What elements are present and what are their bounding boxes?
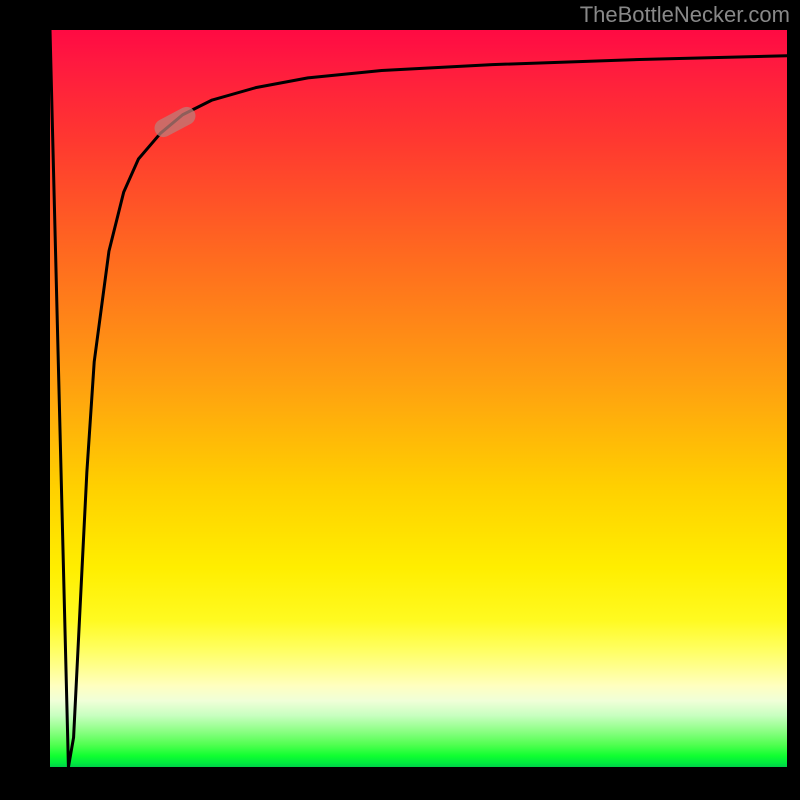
attribution-text: TheBottleNecker.com (580, 2, 790, 28)
bottleneck-curve (50, 30, 787, 767)
chart-area (50, 30, 787, 767)
curve-svg (50, 30, 787, 767)
